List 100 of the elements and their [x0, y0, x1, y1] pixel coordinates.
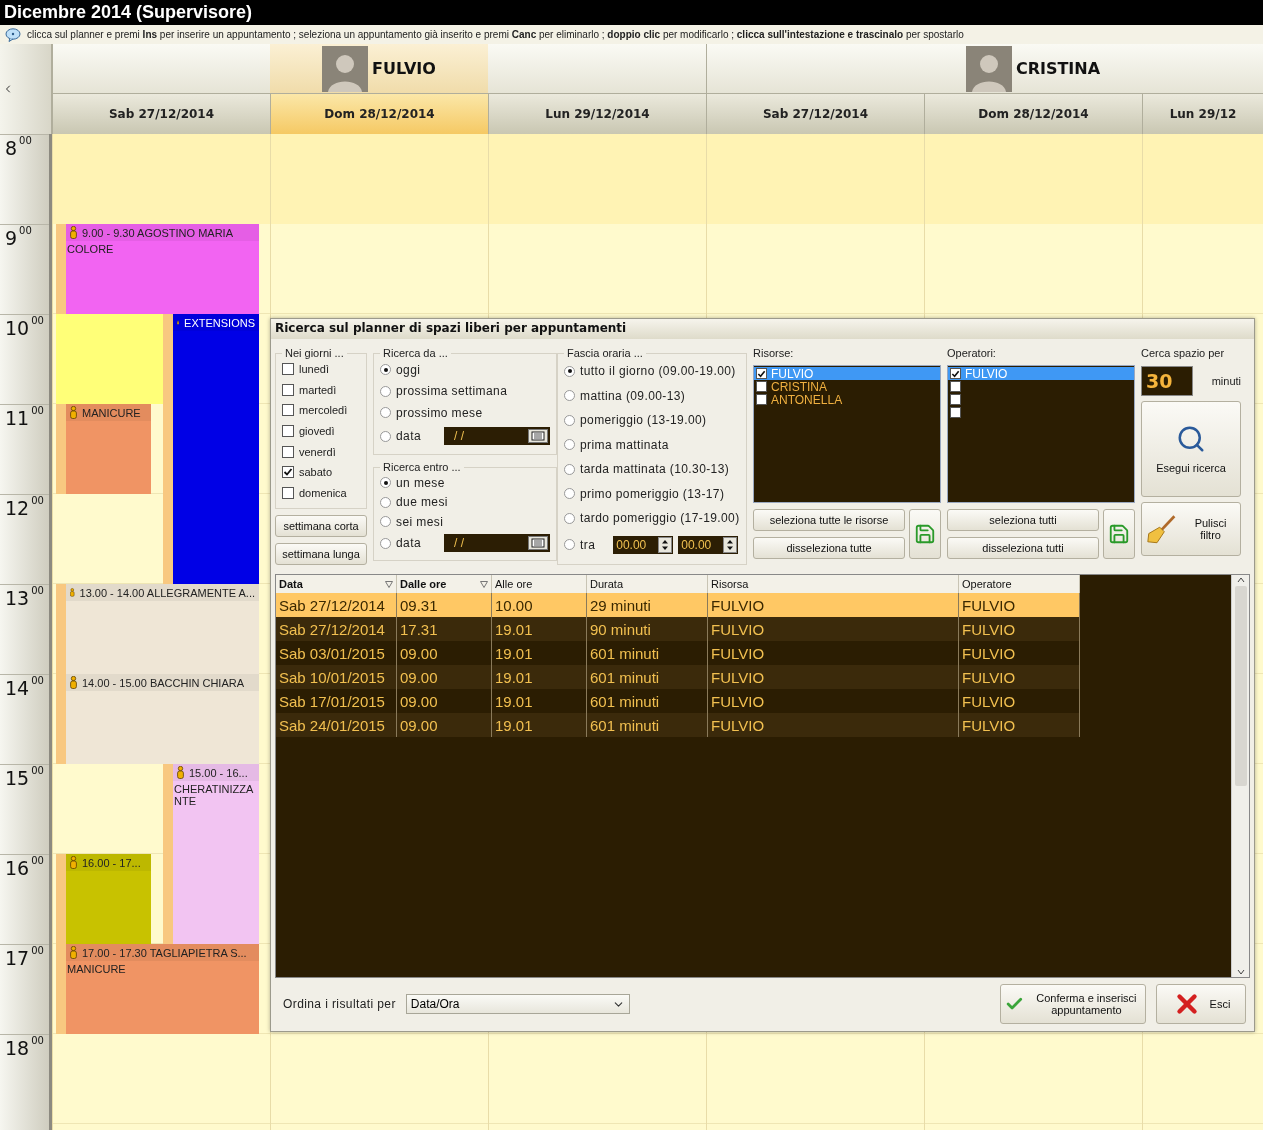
date-field[interactable]: / /	[443, 427, 550, 446]
appointment-title: 13.00 - 14.00 ALLEGRAMENTE A...	[79, 586, 255, 599]
radio-button[interactable]	[564, 488, 575, 500]
item-name: FULVIO	[771, 366, 814, 381]
checkbox[interactable]	[282, 466, 294, 479]
sort-dropdown[interactable]: Data/Ora	[405, 994, 630, 1014]
save-button[interactable]	[909, 509, 941, 559]
appointment-card[interactable]: 13.00 - 14.00 ALLEGRAMENTE A...	[56, 584, 259, 674]
hour-label: 18$^{00}$	[0, 1034, 49, 1124]
checkbox[interactable]	[950, 368, 961, 379]
list-item[interactable]: CRISTINA	[754, 380, 940, 393]
appointment-card[interactable]: 15.00 - 16... CHERATINIZZANTE	[163, 764, 259, 944]
column-header[interactable]: Alle ore	[492, 575, 587, 593]
column-header[interactable]: Durata	[587, 575, 708, 593]
clear-filter-button[interactable]: Pulisci filtro	[1141, 502, 1241, 556]
result-row[interactable]: Sab 03/01/2015 09.00 19.01 601 minuti FULVIO FULVIO	[276, 641, 1080, 665]
calendar-icon[interactable]	[527, 536, 548, 551]
list-action-button[interactable]: disseleziona tutti	[947, 537, 1099, 559]
column-header[interactable]: Operatore	[959, 575, 1080, 593]
checkbox[interactable]	[282, 383, 294, 396]
save-button[interactable]	[1103, 509, 1135, 559]
list-item[interactable]: ANTONELLA	[754, 393, 940, 406]
scroll-up-icon[interactable]	[1236, 577, 1245, 583]
option-label: tra	[580, 537, 596, 552]
appointment-card[interactable]: 17.00 - 17.30 TAGLIAPIETRA S... MANICURE	[56, 944, 259, 1034]
date-field[interactable]: / /	[443, 534, 550, 553]
appointment-card[interactable]: 9.00 - 9.30 AGOSTINO MARIA COLORE	[56, 224, 259, 314]
checkbox[interactable]	[950, 407, 961, 418]
time-field[interactable]: 00.00	[613, 535, 674, 554]
radio-button[interactable]	[380, 364, 391, 376]
hour-label: 15$^{00}$	[0, 764, 49, 854]
list-action-button[interactable]: seleziona tutte le risorse	[753, 509, 905, 531]
result-row[interactable]: Sab 24/01/2015 09.00 19.01 601 minuti FULVIO FULVIO	[276, 713, 1080, 737]
scrollbar-thumb[interactable]	[1234, 586, 1247, 786]
day-header[interactable]: Sab 27/12/2014	[706, 94, 924, 134]
radio-button[interactable]	[564, 512, 575, 524]
appointment-card[interactable]: 16.00 - 17...	[56, 854, 151, 944]
radio-button[interactable]	[380, 516, 391, 528]
column-header[interactable]: Data	[276, 575, 397, 593]
confirm-button[interactable]: Conferma e inserisci appuntamento	[1000, 984, 1146, 1024]
radio-button[interactable]	[564, 539, 575, 551]
radio-button[interactable]	[380, 496, 391, 508]
table-cell: Sab 27/12/2014	[276, 593, 397, 617]
appointment-title: 17.00 - 17.30 TAGLIAPIETRA S...	[82, 946, 247, 959]
option-label: oggi	[396, 362, 421, 377]
checkbox[interactable]	[950, 381, 961, 392]
radio-button[interactable]	[380, 477, 391, 489]
checkbox[interactable]	[756, 394, 767, 405]
list-action-button[interactable]: seleziona tutti	[947, 509, 1099, 531]
result-row[interactable]: Sab 10/01/2015 09.00 19.01 601 minuti FULVIO FULVIO	[276, 665, 1080, 689]
column-header[interactable]: Dalle ore	[397, 575, 492, 593]
scroll-down-icon[interactable]	[1236, 969, 1245, 975]
checkbox[interactable]	[282, 445, 294, 458]
checkbox[interactable]	[950, 394, 961, 405]
week-button[interactable]: settimana corta	[275, 515, 367, 537]
search-button[interactable]: Esegui ricerca	[1141, 401, 1241, 497]
day-header[interactable]: Dom 28/12/2014	[924, 94, 1142, 134]
checkbox[interactable]	[282, 486, 294, 499]
table-cell: 601 minuti	[587, 641, 708, 665]
table-cell: FULVIO	[959, 665, 1080, 689]
spinner-arrows-icon[interactable]	[723, 536, 738, 553]
list-action-button[interactable]: disseleziona tutte	[753, 537, 905, 559]
person-icon	[70, 226, 77, 239]
checkbox[interactable]	[282, 363, 294, 376]
checkbox[interactable]	[756, 368, 767, 379]
radio-button[interactable]	[564, 463, 575, 475]
appointment-card[interactable]: EXTENSIONS	[163, 314, 259, 584]
item-name: CRISTINA	[771, 379, 827, 394]
appointment-card[interactable]: 14.00 - 15.00 BACCHIN CHIARA	[56, 674, 259, 764]
radio-button[interactable]	[564, 439, 575, 451]
result-row[interactable]: Sab 17/01/2015 09.00 19.01 601 minuti FULVIO FULVIO	[276, 689, 1080, 713]
result-row[interactable]: Sab 27/12/2014 09.31 10.00 29 minuti FULVIO FULVIO	[276, 593, 1080, 617]
day-header[interactable]: Lun 29/12/2014	[488, 94, 706, 134]
hour-label: 8$^{00}$	[0, 134, 49, 224]
radio-button[interactable]	[564, 365, 575, 377]
person-icon	[70, 946, 77, 959]
duration-field[interactable]: 30	[1141, 366, 1193, 396]
hour-label: 16$^{00}$	[0, 854, 49, 944]
week-button[interactable]: settimana lunga	[275, 543, 367, 565]
radio-button[interactable]	[380, 430, 391, 442]
radio-button[interactable]	[380, 537, 391, 549]
day-header[interactable]: Dom 28/12/2014	[270, 94, 488, 134]
checkbox[interactable]	[756, 381, 767, 392]
exit-button[interactable]: Esci	[1156, 984, 1246, 1024]
day-header[interactable]: Lun 29/12	[1142, 94, 1263, 134]
day-header[interactable]: Sab 27/12/2014	[52, 94, 270, 134]
calendar-icon[interactable]	[527, 429, 548, 444]
avatar-silhouette	[965, 45, 1012, 92]
radio-button[interactable]	[380, 407, 391, 419]
checkbox[interactable]	[282, 404, 294, 417]
column-header[interactable]: Risorsa	[708, 575, 959, 593]
radio-button[interactable]	[564, 414, 575, 426]
result-row[interactable]: Sab 27/12/2014 17.31 19.01 90 minuti FULVIO FULVIO	[276, 617, 1080, 641]
spinner-arrows-icon[interactable]	[658, 536, 673, 553]
time-field[interactable]: 00.00	[678, 535, 739, 554]
radio-button[interactable]	[564, 390, 575, 402]
checkbox[interactable]	[282, 424, 294, 437]
option-label: pomeriggio (13-19.00)	[580, 413, 707, 428]
appointment-card[interactable]: MANICURE	[56, 404, 151, 494]
radio-button[interactable]	[380, 385, 391, 397]
